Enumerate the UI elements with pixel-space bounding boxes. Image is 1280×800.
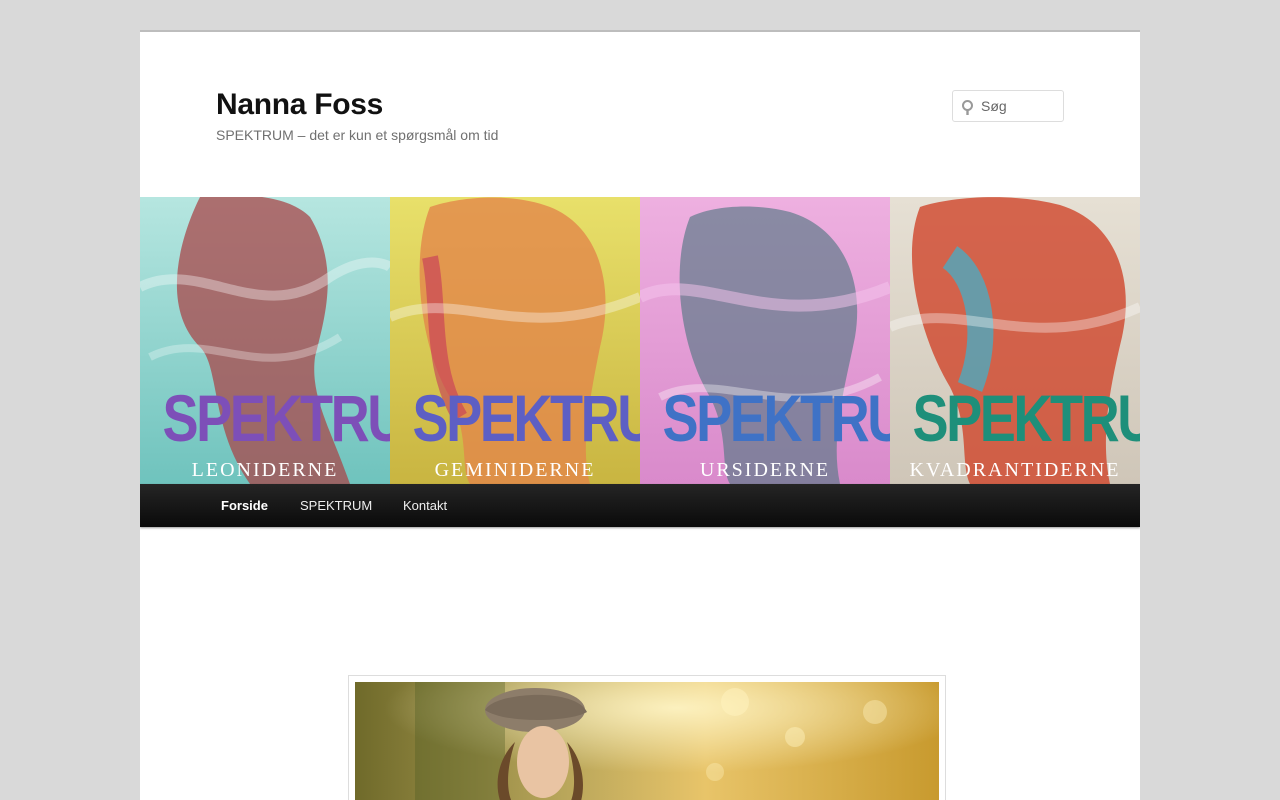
banner-panel-kvadrantiderne: SPEKTRUM KVADRANTIDERNE: [890, 197, 1140, 484]
panel-title: SPEKTRUM: [162, 381, 391, 455]
author-photo-image: [355, 682, 939, 800]
search-input[interactable]: [981, 97, 1059, 115]
banner-panel-geminiderne: SPEKTRUM GEMINIDERNE: [390, 197, 640, 484]
author-photo: [355, 682, 939, 800]
search-icon: [962, 100, 973, 115]
panel-title: SPEKTRUM: [412, 381, 641, 455]
search-box[interactable]: [952, 90, 1064, 122]
site-description: SPEKTRUM – det er kun et spørgsmål om ti…: [216, 127, 499, 143]
nav-item-spektrum[interactable]: SPEKTRUM: [300, 484, 372, 527]
panel-subtitle: KVADRANTIDERNE: [909, 459, 1121, 481]
featured-photo-frame: [348, 675, 946, 800]
panel-title: SPEKTRUM: [912, 381, 1141, 455]
site-title[interactable]: Nanna Foss: [216, 88, 383, 122]
panel-subtitle: LEONIDERNE: [191, 459, 339, 481]
panel-subtitle: URSIDERNE: [699, 459, 831, 481]
nav-item-kontakt[interactable]: Kontakt: [403, 484, 447, 527]
main-navigation: Forside SPEKTRUM Kontakt: [140, 484, 1140, 527]
panel-subtitle: GEMINIDERNE: [434, 459, 596, 481]
panel-title: SPEKTRUM: [662, 381, 891, 455]
page-container: Nanna Foss SPEKTRUM – det er kun et spør…: [140, 30, 1140, 800]
banner-panel-ursiderne: SPEKTRUM URSIDERNE: [640, 197, 890, 484]
nav-item-forside[interactable]: Forside: [221, 484, 268, 527]
header-banner[interactable]: SPEKTRUM LEONIDERNE SPEKTRUM GEMINIDERNE: [140, 197, 1140, 484]
banner-panel-leoniderne: SPEKTRUM LEONIDERNE: [140, 197, 390, 484]
